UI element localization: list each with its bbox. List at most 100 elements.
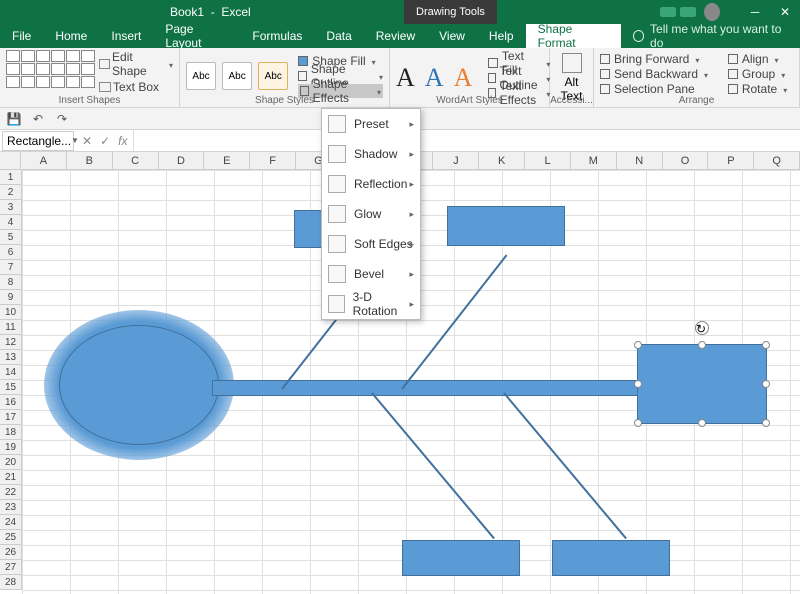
rotate-handle-icon[interactable]: ↻ xyxy=(695,321,709,335)
col-header[interactable]: A xyxy=(21,152,67,169)
group-button[interactable]: Group xyxy=(728,67,793,81)
row-header[interactable]: 15 xyxy=(0,380,22,395)
row-header[interactable]: 19 xyxy=(0,440,22,455)
send-backward-button[interactable]: Send Backward xyxy=(600,67,714,81)
row-header[interactable]: 4 xyxy=(0,215,22,230)
col-header[interactable]: D xyxy=(159,152,205,169)
name-box[interactable]: Rectangle...▼ xyxy=(2,131,74,151)
minimize-button[interactable]: ─ xyxy=(740,0,770,24)
alt-text-icon[interactable] xyxy=(562,53,582,73)
row-header[interactable]: 17 xyxy=(0,410,22,425)
bone-line[interactable] xyxy=(503,392,627,539)
col-header[interactable]: B xyxy=(67,152,113,169)
row-header[interactable]: 12 xyxy=(0,335,22,350)
bone-line[interactable] xyxy=(371,392,495,539)
tab-help[interactable]: Help xyxy=(477,24,526,48)
resize-handle[interactable] xyxy=(698,419,706,427)
resize-handle[interactable] xyxy=(762,341,770,349)
row-header[interactable]: 28 xyxy=(0,575,22,590)
row-header[interactable]: 22 xyxy=(0,485,22,500)
row-header[interactable]: 7 xyxy=(0,260,22,275)
col-header[interactable]: O xyxy=(663,152,709,169)
col-header[interactable]: N xyxy=(617,152,663,169)
row-header[interactable]: 2 xyxy=(0,185,22,200)
tab-page-layout[interactable]: Page Layout xyxy=(153,24,240,48)
row-header[interactable]: 8 xyxy=(0,275,22,290)
tab-view[interactable]: View xyxy=(427,24,477,48)
effects-glow[interactable]: Glow xyxy=(322,199,420,229)
fx-icon[interactable]: fx xyxy=(118,134,127,148)
resize-handle[interactable] xyxy=(634,341,642,349)
resize-handle[interactable] xyxy=(762,380,770,388)
col-header[interactable]: J xyxy=(433,152,479,169)
row-header[interactable]: 16 xyxy=(0,395,22,410)
tab-shape-format[interactable]: Shape Format xyxy=(526,24,621,48)
row-header[interactable]: 13 xyxy=(0,350,22,365)
cause-box-shape[interactable] xyxy=(402,540,520,576)
effects-preset[interactable]: Preset xyxy=(322,109,420,139)
shapes-gallery[interactable] xyxy=(6,50,95,94)
enter-formula-icon[interactable]: ✓ xyxy=(100,134,110,148)
resize-handle[interactable] xyxy=(698,341,706,349)
row-header[interactable]: 1 xyxy=(0,170,22,185)
row-header[interactable]: 20 xyxy=(0,455,22,470)
tab-data[interactable]: Data xyxy=(314,24,363,48)
row-header[interactable]: 23 xyxy=(0,500,22,515)
col-header[interactable]: C xyxy=(113,152,159,169)
selection-pane-button[interactable]: Selection Pane xyxy=(600,82,714,96)
align-button[interactable]: Align xyxy=(728,52,793,66)
tab-file[interactable]: File xyxy=(0,24,43,48)
tell-me-search[interactable]: Tell me what you want to do xyxy=(621,24,800,48)
cause-box-shape[interactable] xyxy=(447,206,565,246)
row-header[interactable]: 9 xyxy=(0,290,22,305)
row-header[interactable]: 10 xyxy=(0,305,22,320)
shape-style-1[interactable]: Abc xyxy=(186,62,216,90)
effects-shadow[interactable]: Shadow xyxy=(322,139,420,169)
shape-style-3[interactable]: Abc xyxy=(258,62,288,90)
tab-formulas[interactable]: Formulas xyxy=(240,24,314,48)
redo-button[interactable]: ↷ xyxy=(54,111,70,127)
tab-review[interactable]: Review xyxy=(364,24,427,48)
effects-reflection[interactable]: Reflection xyxy=(322,169,420,199)
row-header[interactable]: 18 xyxy=(0,425,22,440)
effects-soft-edges[interactable]: Soft Edges xyxy=(322,229,420,259)
col-header[interactable]: L xyxy=(525,152,571,169)
col-header[interactable]: Q xyxy=(754,152,800,169)
row-header[interactable]: 5 xyxy=(0,230,22,245)
row-header[interactable]: 21 xyxy=(0,470,22,485)
avatar-icon[interactable] xyxy=(704,3,720,21)
save-button[interactable]: 💾 xyxy=(6,111,22,127)
row-header[interactable]: 11 xyxy=(0,320,22,335)
rotate-button[interactable]: Rotate xyxy=(728,82,793,96)
wordart-style-3[interactable]: A xyxy=(454,63,473,93)
close-button[interactable]: ✕ xyxy=(770,0,800,24)
text-box-button[interactable]: Text Box xyxy=(99,80,173,94)
tab-insert[interactable]: Insert xyxy=(99,24,153,48)
col-header[interactable]: E xyxy=(204,152,250,169)
row-header[interactable]: 3 xyxy=(0,200,22,215)
spine-shape[interactable] xyxy=(212,380,638,396)
col-header[interactable]: F xyxy=(250,152,296,169)
col-header[interactable]: M xyxy=(571,152,617,169)
effects-3d-rotation[interactable]: 3-D Rotation xyxy=(322,289,420,319)
wordart-style-2[interactable]: A xyxy=(425,63,444,93)
resize-handle[interactable] xyxy=(634,380,642,388)
col-header[interactable]: K xyxy=(479,152,525,169)
resize-handle[interactable] xyxy=(634,419,642,427)
cause-box-shape[interactable] xyxy=(552,540,670,576)
effects-bevel[interactable]: Bevel xyxy=(322,259,420,289)
col-header[interactable]: P xyxy=(708,152,754,169)
formula-input[interactable] xyxy=(133,130,800,151)
cancel-formula-icon[interactable]: ✕ xyxy=(82,134,92,148)
head-ellipse-shape[interactable] xyxy=(59,325,219,445)
row-header[interactable]: 27 xyxy=(0,560,22,575)
row-header[interactable]: 14 xyxy=(0,365,22,380)
wordart-style-1[interactable]: A xyxy=(396,63,415,93)
row-header[interactable]: 25 xyxy=(0,530,22,545)
row-header[interactable]: 24 xyxy=(0,515,22,530)
shape-style-2[interactable]: Abc xyxy=(222,62,252,90)
select-all-corner[interactable] xyxy=(0,152,21,169)
selected-rectangle-shape[interactable]: ↻ xyxy=(637,344,767,424)
undo-button[interactable]: ↶ xyxy=(30,111,46,127)
edit-shape-button[interactable]: Edit Shape xyxy=(99,50,173,78)
